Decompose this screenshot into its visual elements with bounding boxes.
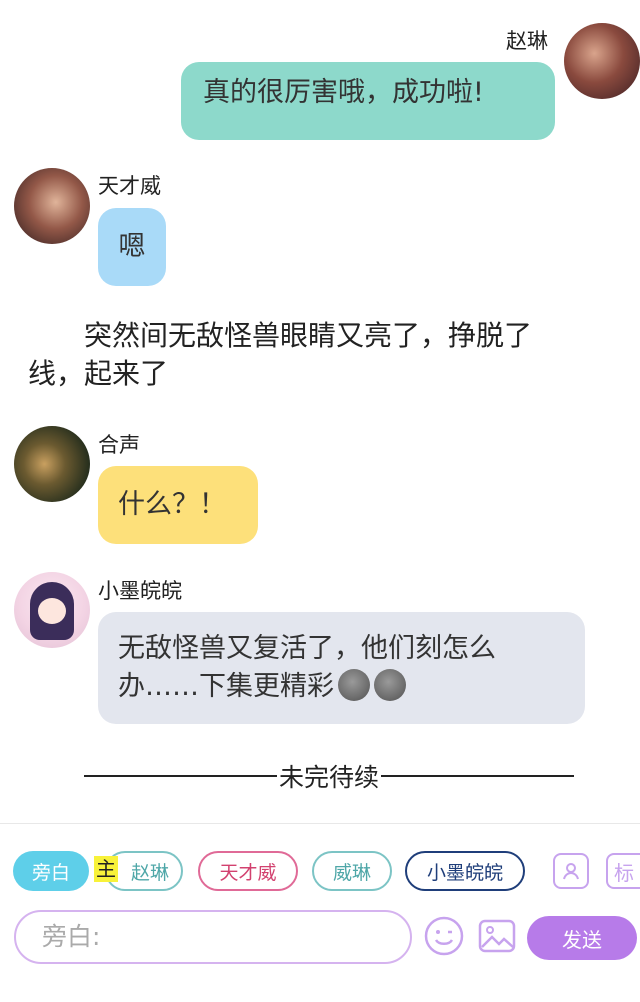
- speaker-chip-tiancaiwei[interactable]: 天才威: [198, 851, 298, 891]
- message-bubble[interactable]: 嗯: [98, 208, 166, 286]
- speaker-name: 合声: [98, 433, 140, 457]
- narration-line: 线，起来了: [28, 357, 169, 390]
- message-bubble[interactable]: 无敌怪兽又复活了，他们刻怎么办……下集更精彩: [98, 612, 585, 724]
- message-bubble[interactable]: 真的很厉害哦，成功啦!: [181, 62, 555, 140]
- speaker-name: 小墨皖皖: [98, 579, 182, 603]
- message-input[interactable]: 旁白:: [14, 910, 412, 964]
- speaker-name: 天才威: [98, 174, 161, 198]
- input-placeholder: 旁白:: [42, 922, 101, 951]
- message-bubble[interactable]: 什么？！: [98, 466, 258, 544]
- tag-label: 标: [614, 860, 634, 885]
- speaker-chip-weilin[interactable]: 威琳: [312, 851, 392, 891]
- speaker-chip-narrator[interactable]: 旁白: [13, 851, 89, 891]
- chip-label: 小墨皖皖: [426, 861, 503, 884]
- message-text: 嗯: [118, 231, 146, 262]
- send-button[interactable]: 发送: [527, 916, 637, 960]
- character-manage-icon[interactable]: [553, 853, 589, 889]
- message-text: 什么？！: [118, 489, 226, 520]
- avatar-zhaolin[interactable]: [564, 23, 640, 99]
- composer-panel: 旁白 赵琳 主 天才威 威琳 小墨皖皖 标 旁白: 发送: [0, 823, 640, 1002]
- divider-rule: [381, 775, 575, 777]
- avatar-tiancaiwei[interactable]: [14, 168, 90, 244]
- tag-button[interactable]: 标: [606, 853, 640, 889]
- message-text: 真的很厉害哦，成功啦!: [203, 77, 484, 108]
- speaker-name: 赵琳: [506, 29, 548, 53]
- chip-label: 威琳: [332, 861, 371, 884]
- protagonist-badge: 主: [94, 856, 118, 882]
- speaker-chip-xiaomowanwan[interactable]: 小墨皖皖: [405, 851, 525, 891]
- divider-text: 未完待续: [279, 763, 380, 792]
- chip-label: 赵琳: [130, 861, 169, 884]
- smile-emoji-icon: [374, 669, 406, 701]
- avatar-hesheng[interactable]: [14, 426, 90, 502]
- narration-line: 突然间无敌怪兽眼睛又亮了，挣脱了: [84, 319, 533, 352]
- avatar-xiaomowanwan[interactable]: [14, 572, 90, 648]
- emoji-icon[interactable]: [423, 915, 465, 957]
- divider-rule: [84, 775, 277, 777]
- send-label: 发送: [562, 927, 602, 952]
- image-icon[interactable]: [476, 915, 518, 957]
- chip-label: 天才威: [219, 861, 277, 884]
- to-be-continued-divider: 未完待续: [84, 760, 575, 792]
- chip-label: 旁白: [31, 861, 70, 884]
- narration-text: 突然间无敌怪兽眼睛又亮了，挣脱了 线，起来了: [28, 317, 598, 393]
- smile-emoji-icon: [338, 669, 370, 701]
- message-text: 无敌怪兽又复活了，他们刻怎么办……下集更精彩: [118, 633, 496, 702]
